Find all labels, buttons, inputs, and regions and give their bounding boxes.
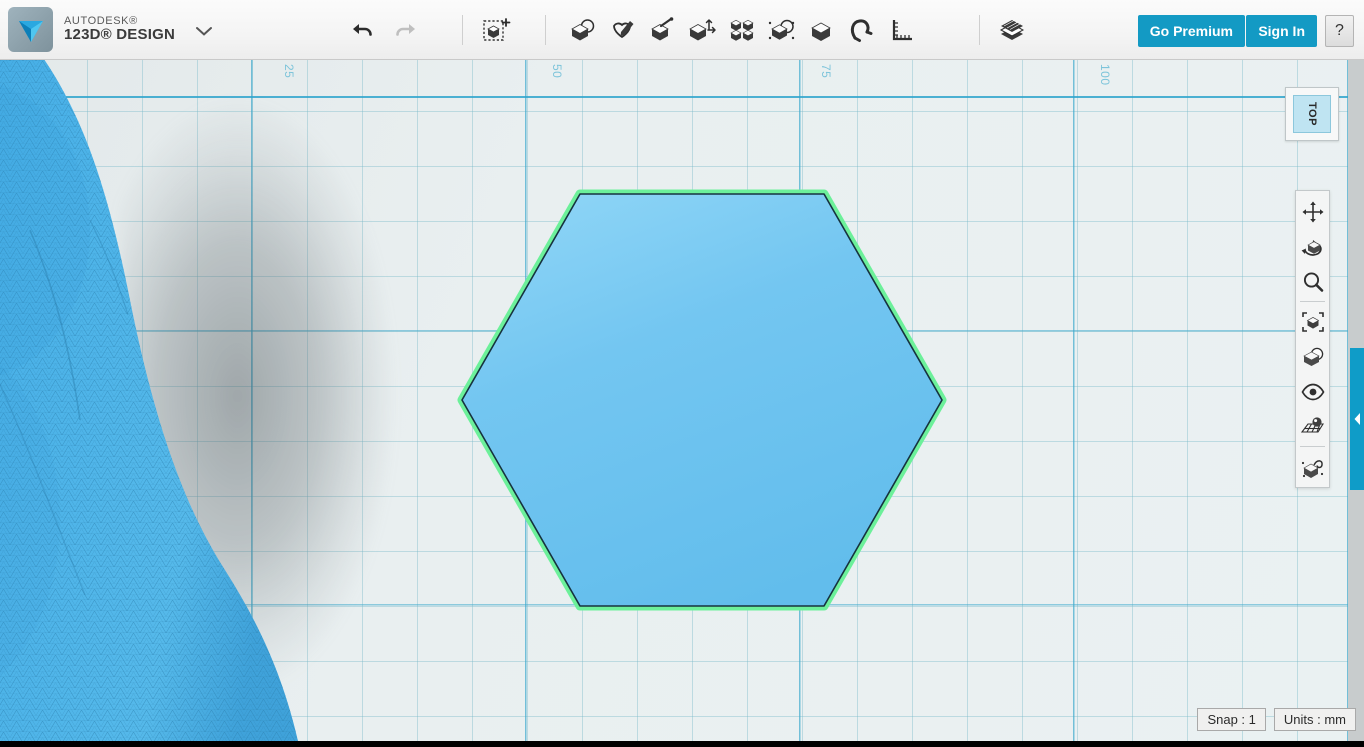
ruler-label: 50 xyxy=(550,64,564,79)
app-root: AUTODESK® 123D® DESIGN Go Premium Sign I… xyxy=(0,0,1364,747)
redo-button[interactable] xyxy=(384,10,424,50)
viewport-canvas[interactable]: 25 50 75 100 TOP Snap: 1 Units: mm xyxy=(0,60,1364,747)
sign-in-button[interactable]: Sign In xyxy=(1246,15,1317,47)
sketch-button[interactable] xyxy=(602,10,642,50)
transform-toolgroup xyxy=(477,10,517,50)
fit-tool[interactable] xyxy=(1296,304,1329,339)
hexagon-face xyxy=(461,193,943,607)
history-toolgroup xyxy=(344,10,424,50)
visibility-tool[interactable] xyxy=(1296,374,1329,409)
main-toolgroup xyxy=(562,10,922,50)
help-button[interactable]: ? xyxy=(1325,15,1354,47)
panel-expand-tab[interactable] xyxy=(1350,348,1364,490)
group-button[interactable] xyxy=(762,10,802,50)
status-bar: Snap : 1 Units : mm xyxy=(1189,708,1356,731)
toolbar-divider-2 xyxy=(545,15,546,45)
go-premium-button[interactable]: Go Premium xyxy=(1137,15,1245,47)
zoom-tool[interactable] xyxy=(1296,264,1329,299)
display-tool[interactable] xyxy=(1296,339,1329,374)
undo-button[interactable] xyxy=(344,10,384,50)
ruler-label: 75 xyxy=(819,64,833,79)
modify-button[interactable] xyxy=(682,10,722,50)
bottom-strip xyxy=(0,741,1364,747)
transform-button[interactable] xyxy=(477,10,517,50)
chevron-down-icon[interactable] xyxy=(193,20,215,42)
pattern-button[interactable] xyxy=(722,10,762,50)
hexagon-solid[interactable] xyxy=(452,178,952,620)
view-cube[interactable]: TOP xyxy=(1285,87,1339,141)
view-cube-face[interactable]: TOP xyxy=(1293,95,1331,133)
pan-tool[interactable] xyxy=(1296,194,1329,229)
grid-snap-tool[interactable] xyxy=(1296,409,1329,444)
brand-text: AUTODESK® 123D® DESIGN xyxy=(64,15,175,44)
construct-button[interactable] xyxy=(642,10,682,50)
measure-button[interactable] xyxy=(882,10,922,50)
autodesk-logo-icon xyxy=(8,7,53,52)
chevron-left-icon xyxy=(1354,413,1360,425)
snap-button[interactable] xyxy=(842,10,882,50)
materials-button[interactable] xyxy=(992,10,1032,50)
brand-product: 123D® DESIGN xyxy=(64,26,175,44)
orbit-tool[interactable] xyxy=(1296,229,1329,264)
snap-status[interactable]: Snap : 1 xyxy=(1197,708,1266,731)
toolbar-divider-3 xyxy=(979,15,980,45)
navigation-toolbar xyxy=(1295,190,1330,488)
ruler-label: 100 xyxy=(1098,64,1112,86)
materials-toolgroup xyxy=(992,10,1032,50)
brand-block[interactable]: AUTODESK® 123D® DESIGN xyxy=(8,7,175,52)
units-status[interactable]: Units : mm xyxy=(1273,708,1356,731)
navbar-divider xyxy=(1300,301,1325,302)
primitives-button[interactable] xyxy=(562,10,602,50)
navbar-divider-2 xyxy=(1300,446,1325,447)
mesh-model[interactable] xyxy=(0,60,320,747)
toolbar-divider xyxy=(462,15,463,45)
lighting-tool[interactable] xyxy=(1296,449,1329,484)
view-cube-label: TOP xyxy=(1305,102,1318,126)
combine-button[interactable] xyxy=(802,10,842,50)
app-header: AUTODESK® 123D® DESIGN Go Premium Sign I… xyxy=(0,0,1364,60)
